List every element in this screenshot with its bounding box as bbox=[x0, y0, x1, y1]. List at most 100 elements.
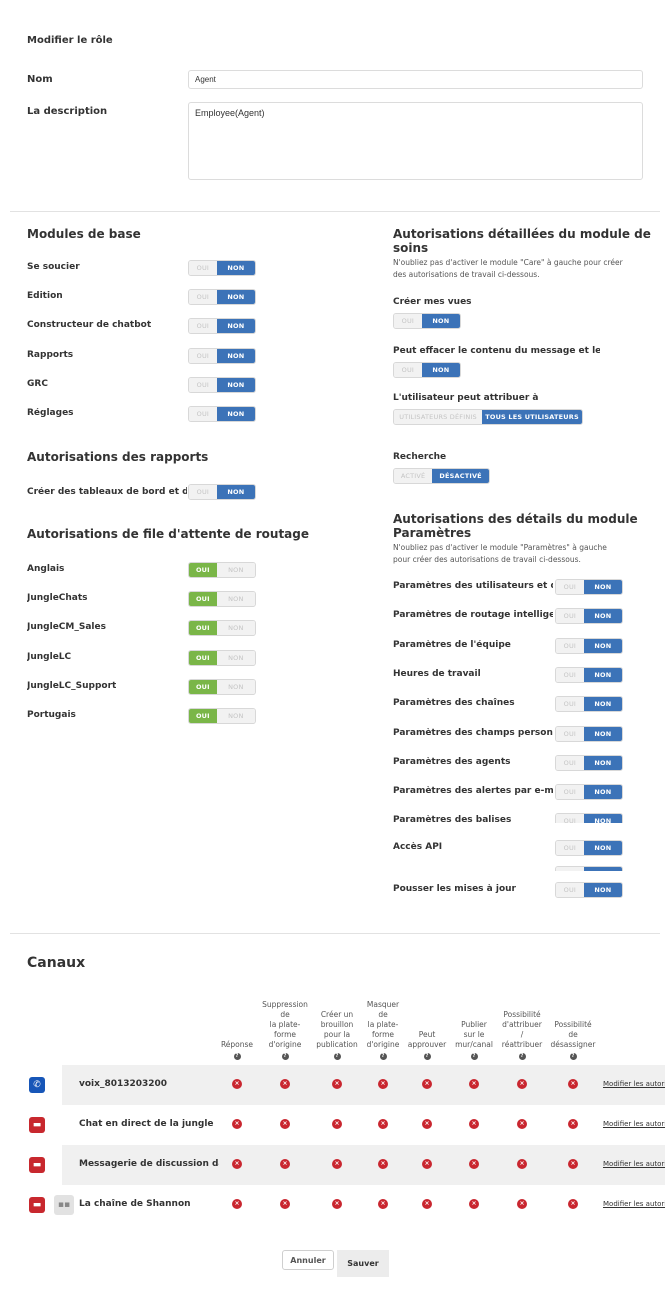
toggle-no[interactable]: NON bbox=[583, 814, 622, 823]
settings-permission-toggle[interactable]: OUINON bbox=[555, 755, 623, 771]
name-input[interactable] bbox=[188, 70, 643, 89]
toggle-yes[interactable]: OUI bbox=[556, 668, 584, 682]
toggle-yes[interactable]: OUI bbox=[189, 621, 217, 636]
assign-defined-users[interactable]: UTILISATEURS DÉFINIS bbox=[394, 410, 483, 424]
toggle-yes[interactable]: OUI bbox=[556, 841, 584, 855]
toggle-yes[interactable]: OUI bbox=[394, 363, 422, 377]
toggle-yes[interactable]: OUI bbox=[556, 756, 584, 770]
help-icon[interactable]: ? bbox=[379, 1053, 387, 1060]
settings-permission-toggle[interactable]: OUINON bbox=[555, 608, 623, 624]
toggle-no[interactable]: NON bbox=[583, 867, 622, 871]
toggle-no[interactable]: NON bbox=[583, 727, 622, 741]
routing-queue-toggle[interactable]: OUI NON bbox=[188, 649, 256, 666]
toggle-no[interactable]: NON bbox=[216, 563, 255, 577]
toggle-yes[interactable]: OUI bbox=[189, 261, 217, 275]
core-module-toggle[interactable]: OUI NON bbox=[188, 406, 256, 422]
toggle-no[interactable]: NON bbox=[583, 697, 622, 711]
report-dashboards-toggle[interactable]: OUI NON bbox=[188, 484, 256, 500]
toggle-no[interactable]: NON bbox=[583, 639, 622, 653]
help-icon[interactable]: ? bbox=[281, 1053, 289, 1060]
toggle-no[interactable]: NON bbox=[583, 841, 622, 855]
toggle-no[interactable]: NON bbox=[583, 668, 622, 682]
edit-permissions-link[interactable]: Modifier les autorisations bbox=[603, 1200, 665, 1208]
search-enabled[interactable]: ACTIVÉ bbox=[394, 469, 433, 483]
toggle-no[interactable]: NON bbox=[583, 883, 622, 897]
toggle-no[interactable]: NON bbox=[216, 592, 255, 607]
toggle-no[interactable]: NON bbox=[216, 319, 255, 334]
toggle-no[interactable]: NON bbox=[583, 785, 622, 799]
toggle-no[interactable]: NON bbox=[216, 377, 255, 392]
toggle-no[interactable]: NON bbox=[421, 314, 460, 328]
toggle-no[interactable]: NON bbox=[583, 609, 622, 623]
toggle-yes[interactable]: OUI bbox=[556, 580, 584, 594]
toggle-yes[interactable]: OUI bbox=[189, 650, 217, 665]
toggle-yes[interactable]: OUI bbox=[189, 319, 217, 334]
toggle-yes[interactable]: OUI bbox=[556, 867, 584, 871]
search-toggle[interactable]: ACTIVÉ DÉSACTIVÉ bbox=[393, 468, 490, 484]
core-module-toggle[interactable]: OUI NON bbox=[188, 376, 256, 393]
toggle-yes[interactable]: OUI bbox=[556, 785, 584, 799]
toggle-no[interactable]: NON bbox=[216, 407, 255, 421]
core-module-toggle[interactable]: OUI NON bbox=[188, 318, 256, 335]
edit-permissions-link[interactable]: Modifier les autorisations bbox=[603, 1080, 665, 1088]
help-icon[interactable]: ? bbox=[518, 1053, 526, 1060]
toggle-yes[interactable]: OUI bbox=[189, 485, 217, 499]
toggle-no[interactable]: NON bbox=[216, 709, 255, 723]
routing-queue-toggle[interactable]: OUI NON bbox=[188, 678, 256, 695]
save-button[interactable]: Sauver bbox=[337, 1250, 389, 1277]
assign-to-toggle[interactable]: UTILISATEURS DÉFINIS TOUS LES UTILISATEU… bbox=[393, 409, 583, 425]
toggle-yes[interactable]: OUI bbox=[189, 290, 217, 305]
toggle-no[interactable]: NON bbox=[216, 621, 255, 636]
help-icon[interactable]: ? bbox=[569, 1053, 577, 1060]
toggle-yes[interactable]: OUI bbox=[189, 679, 217, 694]
toggle-yes[interactable]: OUI bbox=[556, 639, 584, 653]
settings-permission-toggle[interactable]: OUINON bbox=[555, 638, 623, 654]
assign-all-users[interactable]: TOUS LES UTILISATEURS bbox=[482, 410, 582, 424]
routing-queue-toggle[interactable]: OUI NON bbox=[188, 562, 256, 578]
toggle-no[interactable]: NON bbox=[583, 756, 622, 770]
core-module-toggle[interactable]: OUI NON bbox=[188, 289, 256, 306]
toggle-yes[interactable]: OUI bbox=[189, 592, 217, 607]
create-views-toggle[interactable]: OUI NON bbox=[393, 313, 461, 329]
search-disabled[interactable]: DÉSACTIVÉ bbox=[432, 469, 489, 483]
help-icon[interactable]: ? bbox=[333, 1053, 341, 1060]
settings-permission-toggle[interactable]: OUINON bbox=[555, 882, 623, 898]
settings-permission-toggle[interactable]: OUINON bbox=[555, 579, 623, 595]
toggle-yes[interactable]: OUI bbox=[556, 697, 584, 711]
toggle-yes[interactable]: OUI bbox=[189, 377, 217, 392]
description-textarea[interactable]: Employee(Agent) bbox=[188, 102, 643, 180]
settings-permission-toggle[interactable]: OUINON bbox=[555, 813, 623, 823]
toggle-yes[interactable]: OUI bbox=[556, 883, 584, 897]
core-module-toggle[interactable]: OUI NON bbox=[188, 260, 256, 276]
edit-permissions-link[interactable]: Modifier les autorisations bbox=[603, 1120, 665, 1128]
help-icon[interactable]: ? bbox=[423, 1053, 431, 1060]
toggle-no[interactable]: NON bbox=[216, 261, 255, 275]
toggle-no[interactable]: NON bbox=[216, 485, 255, 499]
toggle-no[interactable]: NON bbox=[216, 679, 255, 694]
toggle-yes[interactable]: OUI bbox=[556, 814, 584, 823]
edit-permissions-link[interactable]: Modifier les autorisations bbox=[603, 1160, 665, 1168]
routing-queue-toggle[interactable]: OUI NON bbox=[188, 620, 256, 637]
routing-queue-toggle[interactable]: OUI NON bbox=[188, 708, 256, 724]
toggle-no[interactable]: NON bbox=[583, 580, 622, 594]
settings-permission-toggle[interactable]: OUINON bbox=[555, 696, 623, 712]
toggle-no[interactable]: NON bbox=[216, 290, 255, 305]
help-icon[interactable]: ? bbox=[233, 1053, 241, 1060]
core-module-toggle[interactable]: OUI NON bbox=[188, 347, 256, 364]
toggle-yes[interactable]: OUI bbox=[394, 314, 422, 328]
toggle-yes[interactable]: OUI bbox=[189, 407, 217, 421]
toggle-yes[interactable]: OUI bbox=[189, 348, 217, 363]
toggle-no[interactable]: NON bbox=[216, 348, 255, 363]
help-icon[interactable]: ? bbox=[470, 1053, 478, 1060]
toggle-no[interactable]: NON bbox=[216, 650, 255, 665]
settings-permission-toggle[interactable]: OUINON bbox=[555, 840, 623, 856]
erase-content-toggle[interactable]: OUI NON bbox=[393, 362, 461, 378]
settings-permission-toggle[interactable]: OUINON bbox=[555, 784, 623, 800]
toggle-yes[interactable]: OUI bbox=[189, 709, 217, 723]
settings-permission-toggle[interactable]: OUINON bbox=[555, 726, 623, 742]
settings-permission-toggle[interactable]: OUINON bbox=[555, 866, 623, 871]
toggle-no[interactable]: NON bbox=[421, 363, 460, 377]
routing-queue-toggle[interactable]: OUI NON bbox=[188, 591, 256, 608]
settings-permission-toggle[interactable]: OUINON bbox=[555, 667, 623, 683]
toggle-yes[interactable]: OUI bbox=[556, 609, 584, 623]
